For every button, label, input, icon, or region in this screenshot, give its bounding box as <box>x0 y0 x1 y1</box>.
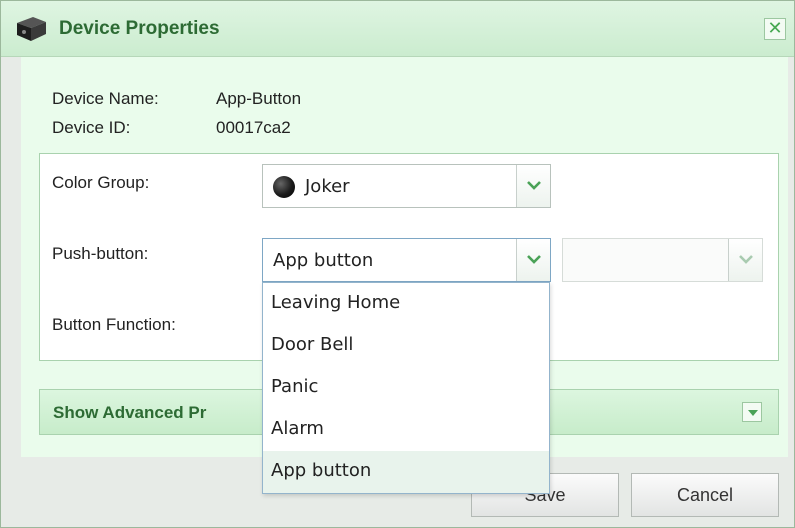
dropdown-option[interactable]: Alarm <box>263 409 549 451</box>
chevron-down-icon[interactable] <box>516 239 550 281</box>
option-label: App button <box>271 460 372 481</box>
option-label: Panic <box>271 376 319 397</box>
color-group-label: Color Group: <box>52 173 150 192</box>
push-button-label: Push-button: <box>52 244 149 263</box>
device-name-value: App-Button <box>216 89 302 108</box>
dropdown-option[interactable]: Leaving Home <box>263 283 549 325</box>
dropdown-option[interactable]: Door Bell <box>263 325 549 367</box>
dropdown-option[interactable]: Panic <box>263 367 549 409</box>
option-label: Leaving Home <box>271 292 401 313</box>
dialog-titlebar[interactable]: Device Properties ✕ <box>1 1 794 57</box>
joker-color-dot <box>273 176 295 198</box>
chevron-down-icon[interactable] <box>728 239 762 281</box>
dialog-title: Device Properties <box>59 18 220 39</box>
device-properties-dialog: Device Properties ✕ Device Name: App-But… <box>0 0 795 528</box>
device-id-value: 00017ca2 <box>216 118 291 137</box>
option-label: Door Bell <box>271 334 354 355</box>
close-icon: ✕ <box>767 18 783 38</box>
advanced-toggle-button[interactable] <box>742 402 762 422</box>
device-name-label: Device Name: <box>52 89 159 108</box>
dropdown-option-selected[interactable]: App button <box>263 451 549 493</box>
push-button-value: App button <box>273 250 374 271</box>
push-button-select[interactable]: App button <box>262 238 551 282</box>
push-button-dropdown-list: Leaving Home Door Bell Panic Alarm App b… <box>262 282 550 494</box>
cancel-button[interactable]: Cancel <box>631 473 779 517</box>
device-id-label: Device ID: <box>52 118 131 137</box>
color-group-select[interactable]: Joker <box>262 164 551 208</box>
secondary-select[interactable] <box>562 238 763 282</box>
advanced-properties-label: Show Advanced Pr <box>53 403 207 422</box>
color-group-value: Joker <box>305 176 350 197</box>
close-button[interactable]: ✕ <box>764 18 786 40</box>
option-label: Alarm <box>271 418 324 439</box>
device-icon <box>13 13 49 43</box>
button-function-label: Button Function: <box>52 315 176 334</box>
chevron-down-icon[interactable] <box>516 165 550 207</box>
chevron-down-icon <box>748 410 758 416</box>
